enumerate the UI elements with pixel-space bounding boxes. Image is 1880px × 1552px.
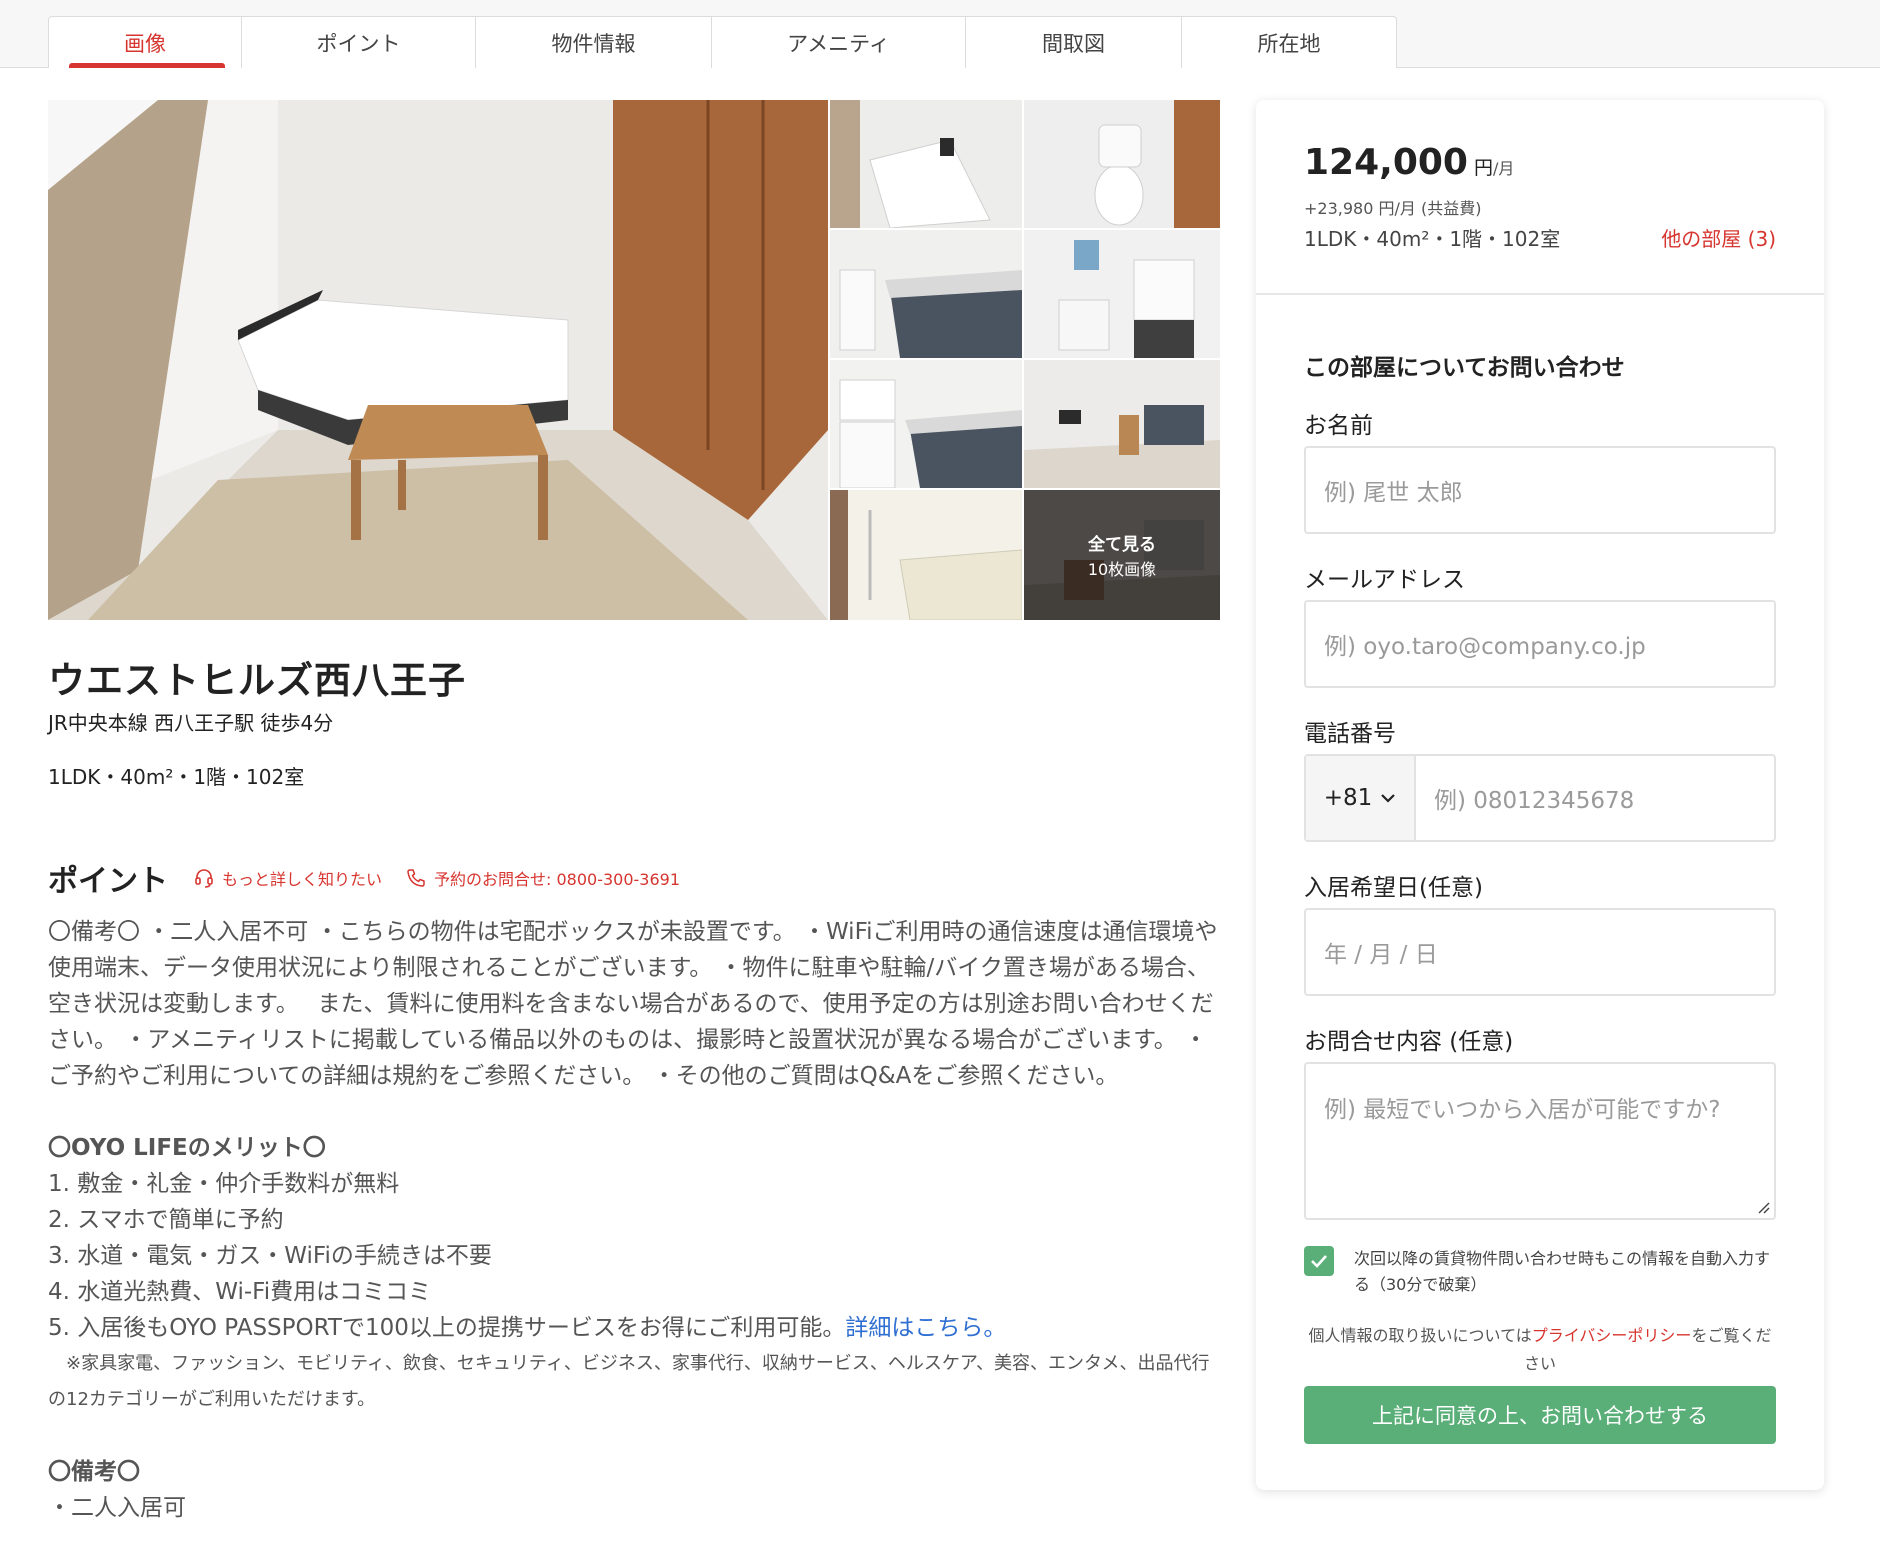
phone-label: 電話番号 — [1304, 721, 1396, 747]
tab-points[interactable]: ポイント — [242, 17, 476, 68]
more-info-label: もっと詳しく知りたい — [222, 870, 383, 889]
form-title: この部屋についてお問い合わせ — [1304, 355, 1625, 381]
inquiry-card: 124,000 円/月 +23,980 円/月 (共益費) 1LDK・40m²・… — [1256, 100, 1824, 1490]
common-fee: +23,980 円/月 (共益費) — [1304, 199, 1482, 218]
phone-icon — [407, 869, 425, 887]
move-in-date-input[interactable]: 年 / 月 / 日 — [1304, 908, 1776, 996]
tab-location[interactable]: 所在地 — [1182, 17, 1396, 68]
remarks-title: 〇備考〇 — [48, 1459, 140, 1485]
headset-icon — [195, 869, 213, 888]
room-info: 1LDK・40m²・1階・102室 — [48, 765, 305, 789]
thumb-see-all-image — [1024, 490, 1220, 620]
thumb-living-image — [1024, 360, 1220, 488]
check-icon — [1311, 1255, 1327, 1268]
point-description: 〇備考〇 ・二人入居不可 ・こちらの物件は宅配ボックスが未設置です。 ・WiFi… — [48, 914, 1218, 1526]
thumb-kitchen-1[interactable] — [830, 230, 1022, 358]
main-photo[interactable] — [48, 100, 828, 620]
phone-input[interactable]: 例) 08012345678 — [1416, 756, 1774, 840]
email-placeholder: 例) oyo.taro@company.co.jp — [1324, 634, 1646, 660]
thumb-washroom[interactable] — [1024, 230, 1220, 358]
date-placeholder: 年 / 月 / 日 — [1324, 942, 1438, 968]
price-currency: 円 — [1473, 157, 1493, 179]
more-info-link[interactable]: もっと詳しく知りたい — [194, 866, 382, 890]
thumb-kitchen-2-image — [830, 360, 1022, 488]
move-in-date-label: 入居希望日(任意) — [1304, 875, 1483, 901]
thumb-toilet-image — [1024, 100, 1220, 228]
details-link[interactable]: 詳細はこちら。 — [845, 1315, 1006, 1341]
see-all-label: 全て見る — [1088, 535, 1156, 555]
email-label: メールアドレス — [1304, 567, 1465, 593]
privacy-notice: 個人情報の取り扱いについてはプライバシーポリシーをご覧ください — [1304, 1322, 1776, 1378]
tab-amenities[interactable]: アメニティ — [712, 17, 966, 68]
merit-item-1: 1. 敷金・礼金・仲介手数料が無料 — [48, 1171, 400, 1197]
station-access: JR中央本線 西八王子駅 徒歩4分 — [48, 711, 334, 735]
card-room-info: 1LDK・40m²・1階・102室 — [1304, 227, 1561, 251]
other-rooms-link[interactable]: 他の部屋 (3) — [1661, 223, 1776, 252]
name-label: お名前 — [1304, 413, 1373, 439]
remarks-paragraph: 〇備考〇 ・二人入居不可 ・こちらの物件は宅配ボックスが未設置です。 ・WiFi… — [48, 919, 1218, 1089]
country-code-select[interactable]: +81 — [1306, 756, 1416, 840]
merit-item-3: 3. 水道・電気・ガス・WiFiの手続きは不要 — [48, 1243, 492, 1269]
tabs: 画像 ポイント 物件情報 アメニティ 間取図 所在地 — [48, 16, 1397, 68]
merit-item-5-text: 5. 入居後もOYO PASSPORTで100以上の提携サービスをお得にご利用可… — [48, 1315, 846, 1341]
merit-item-4: 4. 水道光熱費、Wi-Fi費用はコミコミ — [48, 1279, 432, 1305]
phone-reservation-link[interactable]: 予約のお問合せ: 0800-300-3691 — [406, 866, 680, 890]
privacy-policy-link[interactable]: プライバシーポリシー — [1532, 1326, 1692, 1345]
phone-placeholder: 例) 08012345678 — [1434, 788, 1635, 814]
remember-text: 次回以降の賃貸物件問い合わせ時もこの情報を自動入力する（30分で破棄） — [1354, 1249, 1771, 1294]
thumb-bath[interactable] — [830, 490, 1022, 620]
merit-item-2: 2. スマホで簡単に予約 — [48, 1207, 284, 1233]
tab-floor-plan[interactable]: 間取図 — [966, 17, 1182, 68]
remember-option: 次回以降の賃貸物件問い合わせ時もこの情報を自動入力する（30分で破棄） — [1304, 1246, 1774, 1298]
price-unit: 円/月 — [1474, 153, 1514, 180]
property-name: ウエストヒルズ西八王子 — [48, 659, 466, 702]
point-header: ポイント もっと詳しく知りたい 予約のお問合せ: 0800-300-3691 — [48, 856, 704, 900]
phone-reservation-label: 予約のお問合せ: 0800-300-3691 — [434, 870, 681, 889]
name-input[interactable]: 例) 尾世 太郎 — [1304, 446, 1776, 534]
bedroom-image — [48, 100, 828, 620]
category-note: ※家具家電、ファッション、モビリティ、飲食、セキュリティ、ビジネス、家事代行、収… — [48, 1353, 1210, 1410]
tab-images[interactable]: 画像 — [49, 17, 242, 68]
photo-count: 10枚画像 — [1087, 560, 1157, 579]
resize-grip-icon[interactable] — [1756, 1200, 1770, 1214]
thumb-kitchen-2[interactable] — [830, 360, 1022, 488]
privacy-text-before: 個人情報の取り扱いについては — [1308, 1326, 1532, 1345]
thumb-see-all[interactable]: 全て見る 10枚画像 — [1024, 490, 1220, 620]
merit-title: 〇OYO LIFEのメリット〇 — [48, 1135, 326, 1161]
monthly-rent: 124,000 — [1304, 142, 1468, 183]
thumb-bath-image — [830, 490, 1022, 620]
message-placeholder: 例) 最短でいつから入居が可能ですか? — [1324, 1097, 1721, 1123]
merit-item-5: 5. 入居後もOYO PASSPORTで100以上の提携サービスをお得にご利用可… — [48, 1310, 1218, 1346]
point-title: ポイント — [48, 864, 168, 899]
remember-checkbox[interactable] — [1304, 1246, 1334, 1276]
name-placeholder: 例) 尾世 太郎 — [1324, 480, 1463, 506]
photo-gallery: 全て見る 10枚画像 — [48, 100, 1221, 620]
message-label: お問合せ内容 (任意) — [1304, 1029, 1514, 1055]
price-per-month: /月 — [1492, 159, 1515, 178]
message-textarea[interactable]: 例) 最短でいつから入居が可能ですか? — [1304, 1062, 1776, 1220]
submit-inquiry-button[interactable]: 上記に同意の上、お問い合わせする — [1304, 1386, 1776, 1444]
thumb-kitchen-1-image — [830, 230, 1022, 358]
email-input[interactable]: 例) oyo.taro@company.co.jp — [1304, 600, 1776, 688]
thumb-toilet[interactable] — [1024, 100, 1220, 228]
country-code-value: +81 — [1323, 785, 1373, 811]
remarks-item-1: ・二人入居可 — [48, 1495, 186, 1521]
price-row: 124,000 円/月 — [1304, 142, 1514, 183]
thumb-living[interactable] — [1024, 360, 1220, 488]
tab-property-info[interactable]: 物件情報 — [476, 17, 712, 68]
card-divider — [1256, 293, 1824, 295]
thumb-bed[interactable] — [830, 100, 1022, 228]
phone-field: +81 例) 08012345678 — [1304, 754, 1776, 842]
thumb-bed-image — [830, 100, 1022, 228]
thumb-washroom-image — [1024, 230, 1220, 358]
chevron-down-icon — [1381, 794, 1396, 803]
tab-bar: 画像 ポイント 物件情報 アメニティ 間取図 所在地 — [0, 0, 1880, 68]
